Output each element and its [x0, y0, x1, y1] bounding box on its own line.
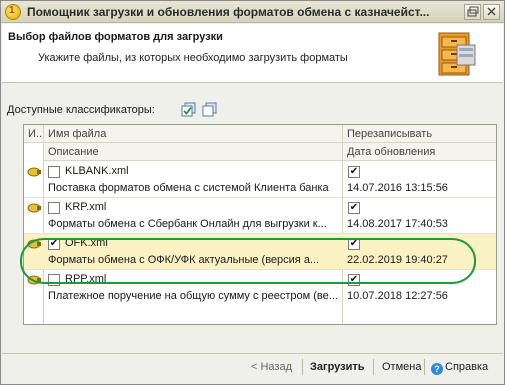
- table-header-row-1: И.. Имя файла Перезаписывать: [24, 125, 496, 143]
- file-cabinet-icon: [438, 32, 476, 76]
- rewrite-checkbox[interactable]: ✔: [348, 202, 360, 214]
- page-subtitle: Укажите файлы, из которых необходимо заг…: [38, 52, 348, 64]
- close-button[interactable]: [483, 4, 500, 20]
- col-description-header[interactable]: Описание: [48, 146, 99, 158]
- file-description: Форматы обмена с Сбербанк Онлайн для выг…: [48, 218, 327, 230]
- table-row[interactable]: KLBANK.xml ✔ Поставка форматов обмена с …: [24, 162, 496, 198]
- classifiers-label: Доступные классификаторы:: [7, 104, 155, 116]
- table-row[interactable]: KRP.xml ✔ Форматы обмена с Сбербанк Онла…: [24, 198, 496, 234]
- app-1c-icon: 1: [5, 4, 21, 20]
- rewrite-checkbox[interactable]: ✔: [348, 166, 360, 178]
- header-divider: [2, 82, 503, 83]
- check-all-icon[interactable]: [181, 102, 197, 117]
- title-bar[interactable]: 1 Помощник загрузки и обновления формато…: [1, 1, 504, 23]
- restore-button[interactable]: [464, 4, 481, 20]
- col-filename-header[interactable]: Имя файла: [48, 128, 106, 140]
- window-title: Помощник загрузки и обновления форматов …: [27, 5, 430, 19]
- highlight-outline: [20, 238, 476, 284]
- file-description: Платежное поручение на общую сумму с рее…: [48, 290, 338, 302]
- help-icon: ?: [431, 363, 443, 375]
- file-select-checkbox[interactable]: [48, 166, 60, 178]
- file-description: Поставка форматов обмена с системой Клие…: [48, 182, 329, 194]
- file-name: KRP.xml: [65, 201, 107, 213]
- uncheck-all-icon[interactable]: [202, 102, 218, 117]
- file-name: KLBANK.xml: [65, 165, 129, 177]
- col-updated-header[interactable]: Дата обновления: [347, 146, 435, 158]
- file-select-checkbox[interactable]: [48, 202, 60, 214]
- format-file-icon: [27, 167, 41, 177]
- restore-icon: [467, 6, 479, 17]
- wizard-window: 1 Помощник загрузки и обновления формато…: [0, 0, 505, 385]
- cancel-button[interactable]: Отмена: [382, 361, 421, 373]
- col-rewrite-header[interactable]: Перезаписывать: [347, 128, 432, 140]
- help-button[interactable]: ? Справка: [431, 361, 488, 375]
- page-title: Выбор файлов форматов для загрузки: [8, 31, 223, 43]
- footer-separator: [424, 359, 425, 375]
- load-button[interactable]: Загрузить: [310, 361, 365, 373]
- file-updated: 10.07.2018 12:27:56: [347, 290, 448, 302]
- footer-separator: [302, 359, 303, 375]
- back-button[interactable]: < Назад: [251, 361, 292, 373]
- wizard-header: Выбор файлов форматов для загрузки Укажи…: [2, 24, 503, 82]
- file-updated: 14.08.2017 17:40:53: [347, 218, 448, 230]
- help-label: Справка: [445, 361, 489, 373]
- close-icon: [487, 7, 496, 16]
- footer-separator: [373, 359, 374, 375]
- col-index-header[interactable]: И..: [28, 128, 42, 140]
- table-header-row-2: Описание Дата обновления: [43, 143, 496, 161]
- format-file-icon: [27, 203, 41, 213]
- files-table[interactable]: И.. Имя файла Перезаписывать Описание Да…: [23, 124, 497, 325]
- footer-divider: [2, 353, 503, 354]
- file-updated: 14.07.2016 13:15:56: [347, 182, 448, 194]
